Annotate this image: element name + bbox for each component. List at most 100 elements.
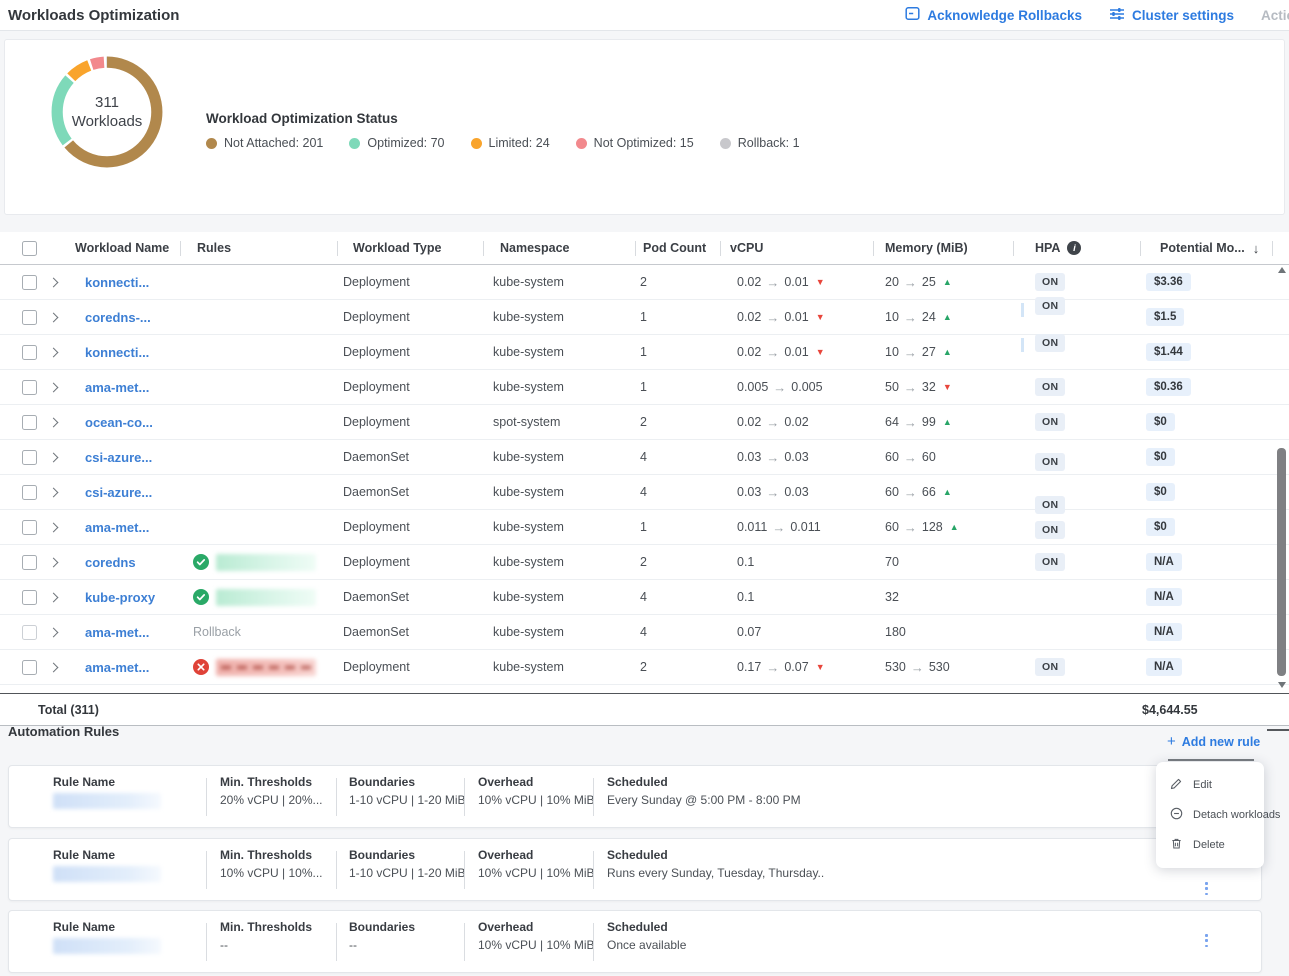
menu-item-delete-label: Delete [1193, 839, 1225, 851]
workloads-table: Workload Name Rules Workload Type Namesp… [0, 232, 1289, 693]
row-expand-cell [38, 615, 68, 649]
rule-actions-kebab-icon[interactable] [1202, 931, 1211, 950]
table-total-row: Total (311) $4,644.55 [0, 693, 1289, 726]
expand-chevron-icon[interactable] [48, 662, 58, 672]
column-workload-type[interactable]: Workload Type [337, 232, 483, 264]
expand-chevron-icon[interactable] [48, 347, 58, 357]
workload-name-link[interactable]: kube-proxy [85, 590, 155, 605]
scrollbar-thumb[interactable] [1277, 448, 1286, 676]
expand-chevron-icon[interactable] [48, 277, 58, 287]
row-checkbox[interactable] [22, 555, 37, 570]
row-checkbox[interactable] [22, 450, 37, 465]
expand-chevron-icon[interactable] [48, 522, 58, 532]
cluster-settings-button[interactable]: Cluster settings [1109, 7, 1234, 24]
potential-savings-badge: N/A [1146, 553, 1182, 571]
info-icon[interactable]: i [1067, 241, 1081, 255]
rule-actions-kebab-icon[interactable] [1202, 879, 1211, 898]
legend-label: Not Attached: 201 [224, 136, 323, 150]
sliders-icon [1109, 7, 1125, 24]
legend-dot [576, 138, 587, 149]
workload-name-link[interactable]: coredns [85, 555, 136, 570]
row-checkbox[interactable] [22, 590, 37, 605]
acknowledge-rollbacks-button[interactable]: Acknowledge Rollbacks [905, 6, 1082, 24]
total-potential-value: $4,644.55 [1142, 703, 1198, 717]
expand-chevron-icon[interactable] [48, 487, 58, 497]
row-checkbox[interactable] [22, 380, 37, 395]
row-checkbox[interactable] [22, 485, 37, 500]
workload-name-link[interactable]: konnecti... [85, 345, 149, 360]
menu-item-delete[interactable]: Delete [1156, 830, 1264, 860]
actions-button[interactable]: Action [1261, 8, 1289, 23]
expand-chevron-icon[interactable] [48, 557, 58, 567]
memory-cell: 180 [873, 615, 1013, 649]
column-vcpu[interactable]: vCPU [720, 232, 873, 264]
workload-name-link[interactable]: ama-met... [85, 380, 149, 395]
vcpu-cell: 0.02→0.01▼ [720, 265, 873, 299]
scroll-up-arrow[interactable] [1278, 267, 1286, 273]
legend-dot [206, 138, 217, 149]
row-expand-cell [38, 300, 68, 334]
workload-name-link[interactable]: ama-met... [85, 520, 149, 535]
row-checkbox[interactable] [22, 275, 37, 290]
pod-count: 4 [635, 615, 720, 649]
namespace: kube-system [483, 300, 635, 334]
workload-name-link[interactable]: coredns-... [85, 310, 151, 325]
potential-savings-badge: $0.36 [1146, 378, 1191, 396]
vcpu-cell: 0.07 [720, 615, 873, 649]
menu-anchor-line [1168, 759, 1254, 761]
row-checkbox[interactable] [22, 660, 37, 675]
column-potential[interactable]: Potential Mo... ↓ [1140, 232, 1272, 264]
workload-name-link[interactable]: csi-azure... [85, 450, 152, 465]
legend-label: Rollback: 1 [738, 136, 800, 150]
potential-cell: $0.36 [1140, 370, 1272, 404]
column-workload-name[interactable]: Workload Name [68, 232, 180, 264]
row-checkbox[interactable] [22, 625, 37, 640]
row-checkbox[interactable] [22, 310, 37, 325]
vcpu-cell: 0.1 [720, 580, 873, 614]
memory-cell: 20→25▲ [873, 265, 1013, 299]
row-checkbox-cell [0, 440, 38, 474]
expand-chevron-icon[interactable] [48, 452, 58, 462]
hpa-badge: ON [1035, 334, 1065, 352]
vcpu-cell: 0.005→0.005 [720, 370, 873, 404]
workload-name-link[interactable]: konnecti... [85, 275, 149, 290]
hpa-cell [1013, 580, 1140, 614]
column-pod-count[interactable]: Pod Count [635, 232, 720, 264]
row-checkbox[interactable] [22, 520, 37, 535]
automation-rule-card: Rule Name Min. Thresholds-- Boundaries--… [8, 910, 1262, 973]
expand-chevron-icon[interactable] [48, 592, 58, 602]
menu-item-edit[interactable]: Edit [1156, 770, 1264, 800]
column-hpa[interactable]: HPA i [1013, 232, 1140, 264]
workload-name-link[interactable]: ocean-co... [85, 415, 153, 430]
scroll-down-arrow[interactable] [1278, 682, 1286, 688]
workload-type: DaemonSet [337, 475, 483, 509]
potential-savings-badge: N/A [1146, 588, 1182, 606]
memory-cell: 60→66▲ [873, 475, 1013, 509]
menu-item-detach-workloads[interactable]: Detach workloads [1156, 800, 1264, 830]
select-all-checkbox[interactable] [22, 241, 37, 256]
column-memory[interactable]: Memory (MiB) [873, 232, 1013, 264]
row-checkbox-cell [0, 615, 38, 649]
row-checkbox[interactable] [22, 415, 37, 430]
workload-name-link[interactable]: ama-met... [85, 660, 149, 675]
expand-chevron-icon[interactable] [48, 312, 58, 322]
pod-count: 2 [635, 265, 720, 299]
minus-circle-icon [1170, 807, 1183, 823]
row-checkbox[interactable] [22, 345, 37, 360]
workload-type: Deployment [337, 370, 483, 404]
rules-cell [180, 300, 337, 334]
expand-chevron-icon[interactable] [48, 417, 58, 427]
column-rules[interactable]: Rules [180, 232, 337, 264]
row-expand-cell [38, 370, 68, 404]
sort-desc-icon[interactable]: ↓ [1253, 241, 1260, 256]
expand-chevron-icon[interactable] [48, 627, 58, 637]
expand-chevron-icon[interactable] [48, 382, 58, 392]
add-new-rule-button[interactable]: + Add new rule [1167, 733, 1260, 750]
potential-savings-badge: N/A [1146, 658, 1182, 676]
column-namespace[interactable]: Namespace [483, 232, 635, 264]
legend-item: Limited: 24 [471, 136, 550, 150]
workload-name-link[interactable]: ama-met... [85, 625, 149, 640]
scroll-corner-line [1267, 729, 1289, 731]
workload-name-link[interactable]: csi-azure... [85, 485, 152, 500]
pod-count: 4 [635, 440, 720, 474]
